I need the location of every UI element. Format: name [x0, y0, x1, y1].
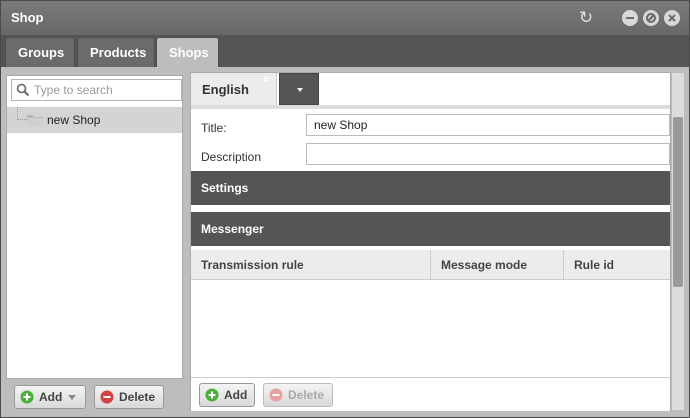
delete-icon	[100, 390, 114, 404]
chevron-down-icon[interactable]	[68, 395, 77, 401]
messenger-add-button[interactable]: Add	[199, 383, 255, 407]
tab-label: Shops	[169, 45, 209, 60]
delete-label: Delete	[288, 388, 325, 402]
add-label: Add	[39, 390, 63, 404]
minimize-icon[interactable]	[622, 10, 638, 26]
tree-connector	[17, 107, 27, 120]
refresh-icon[interactable]: ↻	[577, 9, 595, 27]
shop-detail-panel: English × Title: Description Settings Me…	[190, 72, 671, 411]
tab-language-english[interactable]: English ×	[191, 73, 277, 105]
add-icon	[20, 390, 34, 404]
add-label: Add	[224, 388, 248, 402]
maximize-icon[interactable]	[643, 10, 659, 26]
column-message-mode[interactable]: Message mode	[431, 250, 564, 280]
search-input[interactable]	[34, 82, 179, 98]
shop-window: Shop ↻ Groups Products Shops new Shop Ad…	[0, 0, 690, 418]
search-icon	[16, 83, 30, 97]
main-tabs: Groups Products Shops	[1, 35, 689, 67]
add-icon	[205, 388, 219, 402]
title-label: Title:	[201, 121, 227, 135]
title-field[interactable]	[306, 114, 670, 136]
language-tab-label: English	[202, 82, 249, 97]
delete-label: Delete	[119, 390, 156, 404]
column-rule-id[interactable]: Rule id	[564, 250, 670, 280]
tab-groups[interactable]: Groups	[5, 37, 75, 67]
delete-icon	[269, 388, 283, 402]
tab-strip-divider	[191, 105, 670, 109]
tree-item-label: new Shop	[47, 113, 101, 127]
tab-shops[interactable]: Shops	[156, 37, 219, 67]
left-delete-button[interactable]: Delete	[94, 385, 164, 409]
messenger-grid-header: Transmission rule Message mode Rule id	[191, 250, 670, 280]
close-icon[interactable]: ×	[263, 74, 269, 86]
content-area: new Shop Add Delete English × Title: Des…	[1, 67, 689, 417]
search-box[interactable]	[11, 79, 182, 101]
titlebar[interactable]: Shop ↻	[1, 1, 689, 35]
scrollbar-thumb[interactable]	[673, 117, 683, 287]
tree-item-new-shop[interactable]: new Shop	[7, 107, 182, 133]
messenger-delete-button[interactable]: Delete	[263, 383, 333, 407]
left-add-button[interactable]: Add	[14, 385, 86, 409]
messenger-toolbar: Add Delete	[191, 377, 670, 411]
language-dropdown-button[interactable]	[279, 73, 319, 105]
vertical-scrollbar[interactable]	[671, 72, 685, 411]
tab-products[interactable]: Products	[77, 37, 155, 67]
window-title: Shop	[11, 10, 44, 25]
close-icon[interactable]	[664, 10, 680, 26]
settings-section-header[interactable]: Settings	[191, 171, 670, 205]
description-field[interactable]	[306, 143, 670, 165]
messenger-section-header[interactable]: Messenger	[191, 212, 670, 246]
tab-label: Products	[90, 45, 147, 60]
chevron-down-icon	[297, 88, 303, 92]
tab-label: Groups	[18, 45, 65, 60]
folder-icon	[27, 115, 43, 126]
column-transmission-rule[interactable]: Transmission rule	[191, 250, 431, 280]
description-label: Description	[201, 150, 262, 164]
